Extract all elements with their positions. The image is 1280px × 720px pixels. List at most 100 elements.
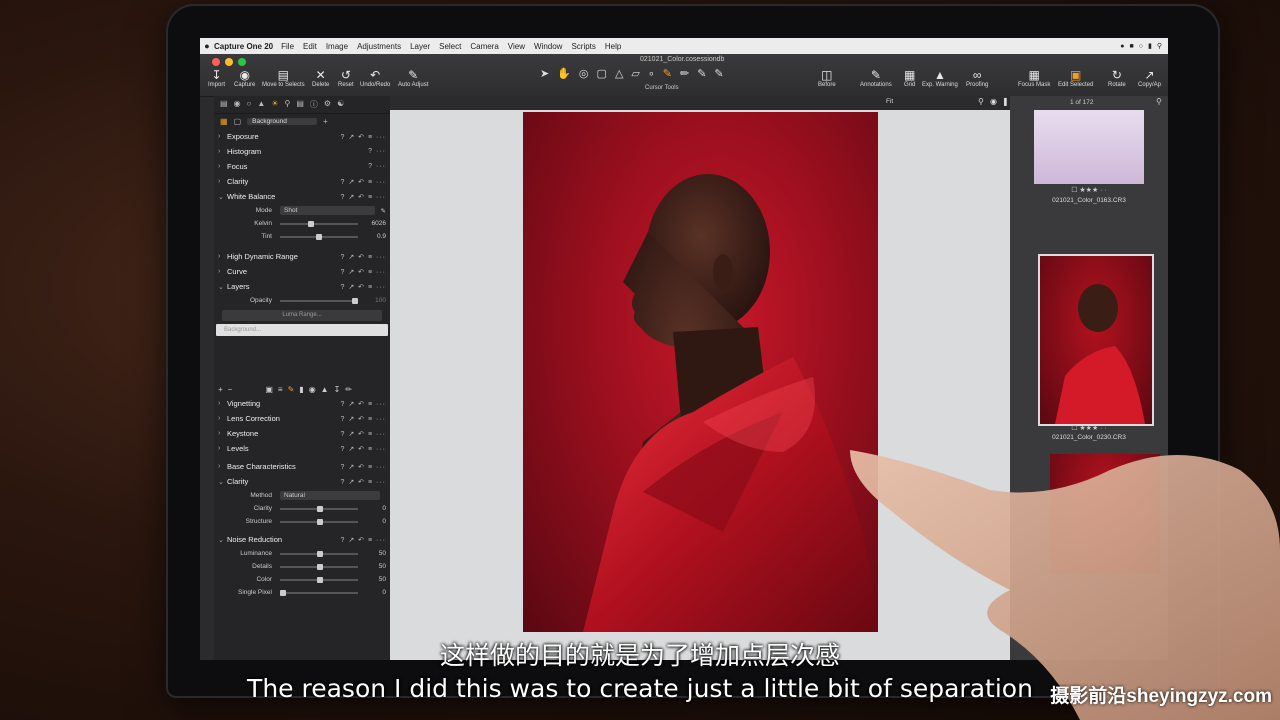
wb-mode-select[interactable]: Shot: [280, 206, 375, 215]
tool-vignetting[interactable]: › Vignetting? ↗ ↶ ≡ ···: [214, 396, 390, 411]
crop-icon[interactable]: ▢: [597, 67, 607, 80]
proofing-button[interactable]: ∞ Proofing: [966, 68, 988, 88]
rotate-button[interactable]: ↻ Rotate: [1108, 68, 1126, 88]
clarity-value[interactable]: 0: [366, 505, 386, 512]
annotations-button[interactable]: ✎ Annotations: [860, 68, 892, 88]
search-icon[interactable]: ⚲: [1157, 42, 1162, 50]
tool-histogram[interactable]: › Histogram? ···: [214, 144, 390, 159]
straighten-icon[interactable]: △: [615, 67, 623, 80]
library-tab-icon[interactable]: ▤: [220, 99, 228, 110]
tool-controls[interactable]: ? ↗ ↶ ≡ ···: [341, 430, 386, 438]
tool-controls[interactable]: ? ↗ ↶ ≡ ···: [341, 415, 386, 423]
tool-controls[interactable]: ? ↗ ↶ ≡ ···: [341, 268, 386, 276]
app-menu[interactable]: Capture One 20: [214, 42, 273, 51]
tool-lens-correction[interactable]: › Lens Correction? ↗ ↶ ≡ ···: [214, 411, 390, 426]
brush-icon[interactable]: ✎: [663, 67, 672, 80]
refine-mask-icon[interactable]: ↧: [334, 385, 341, 394]
tool-clarity[interactable]: ⌄ Clarity? ↗ ↶ ≡ ···: [214, 474, 390, 489]
layer-mask-icon[interactable]: ▢: [234, 117, 242, 126]
undo-redo-button[interactable]: ↶ Undo/Redo: [360, 68, 390, 88]
reset-button[interactable]: ↺ Reset: [338, 68, 354, 88]
menu-scripts[interactable]: Scripts: [571, 42, 595, 51]
gradient-icon[interactable]: ✎: [697, 67, 706, 80]
batch-tab-icon[interactable]: ☯: [337, 99, 344, 110]
metadata-tab-icon[interactable]: ⓘ: [310, 99, 318, 110]
tool-noise-reduction[interactable]: ⌄ Noise Reduction? ↗ ↶ ≡ ···: [214, 532, 390, 547]
slider-knob[interactable]: [317, 505, 324, 512]
capture-tab-icon[interactable]: ◉: [234, 99, 241, 110]
layers-grid-icon[interactable]: ▦: [220, 117, 228, 126]
thumbnail-0230-selected[interactable]: [1038, 254, 1154, 426]
slider-knob[interactable]: [280, 589, 286, 596]
menu-view[interactable]: View: [508, 42, 525, 51]
tool-controls[interactable]: ? ↗ ↶ ≡ ···: [341, 253, 386, 261]
eye-icon[interactable]: ◉: [990, 97, 997, 106]
menu-image[interactable]: Image: [326, 42, 348, 51]
layer-list-item[interactable]: Background...: [216, 324, 388, 336]
draw-mask-icon[interactable]: ✎: [288, 385, 295, 394]
pause-icon[interactable]: ❚: [1002, 97, 1009, 106]
tool-controls[interactable]: ? ↗ ↶ ≡ ···: [341, 178, 386, 186]
menu-adjustments[interactable]: Adjustments: [357, 42, 401, 51]
luma-range-button[interactable]: Luma Range...: [222, 310, 382, 321]
move-to-selects-button[interactable]: ▤ Move to Selects: [262, 68, 305, 88]
zoom-window-button[interactable]: [238, 58, 246, 66]
list-icon[interactable]: ≡: [278, 385, 283, 394]
tool-controls[interactable]: ? ↗ ↶ ≡ ···: [341, 193, 386, 201]
tool-focus[interactable]: › Focus? ···: [214, 159, 390, 174]
layer-select[interactable]: Background: [247, 118, 318, 125]
slider-knob[interactable]: [317, 518, 324, 525]
tool-keystone[interactable]: › Keystone? ↗ ↶ ≡ ···: [214, 426, 390, 441]
tool-controls[interactable]: ? ···: [368, 148, 386, 155]
luminance-value[interactable]: 50: [366, 550, 386, 557]
opacity-value[interactable]: 100: [366, 297, 386, 304]
before-button[interactable]: ◫ Before: [818, 68, 836, 88]
spot-icon[interactable]: ∘: [648, 67, 655, 80]
capture-button[interactable]: ◉ Capture: [234, 68, 255, 88]
tool-controls[interactable]: ? ↗ ↶ ≡ ···: [341, 283, 386, 291]
menu-edit[interactable]: Edit: [303, 42, 317, 51]
picker-icon[interactable]: ✎: [714, 67, 723, 80]
tool-controls[interactable]: ? ↗ ↶ ≡ ···: [341, 400, 386, 408]
pan-icon[interactable]: ✋: [557, 67, 571, 80]
zoom-icon[interactable]: ⚲: [978, 97, 984, 106]
pointer-icon[interactable]: ➤: [540, 67, 549, 80]
erase-mask-icon[interactable]: ✏: [345, 385, 352, 394]
color-tab-icon[interactable]: ▲: [257, 99, 265, 110]
output-tab-icon[interactable]: ⚙: [324, 99, 331, 110]
wifi-icon[interactable]: ○: [1139, 43, 1143, 50]
menu-window[interactable]: Window: [534, 42, 562, 51]
eraser-icon[interactable]: ✏: [680, 67, 689, 80]
auto-adjust-button[interactable]: ✎ Auto Adjust: [398, 68, 428, 88]
lens-tab-icon[interactable]: ○: [247, 99, 252, 110]
details-slider[interactable]: [280, 563, 358, 570]
tool-controls[interactable]: ? ↗ ↶ ≡ ···: [341, 463, 386, 471]
remove-layer-icon[interactable]: −: [228, 385, 233, 394]
slider-knob[interactable]: [351, 297, 358, 304]
zoom-icon[interactable]: ◎: [579, 67, 589, 80]
tool-controls[interactable]: ? ↗ ↶ ≡ ···: [341, 478, 386, 486]
status-icon[interactable]: ■: [1130, 43, 1134, 50]
kelvin-value[interactable]: 6026: [366, 220, 386, 227]
view-mask-icon[interactable]: ▣: [265, 385, 273, 394]
tint-value[interactable]: 0.9: [366, 233, 386, 240]
color-value[interactable]: 50: [366, 576, 386, 583]
tool-controls[interactable]: ? ↗ ↶ ≡ ···: [341, 445, 386, 453]
status-icon[interactable]: ●: [1120, 43, 1124, 50]
clarity-slider[interactable]: [280, 505, 358, 512]
edit-selected-button[interactable]: ▣ Edit Selected: [1058, 68, 1093, 88]
menu-file[interactable]: File: [281, 42, 294, 51]
search-icon[interactable]: ⚲: [1156, 97, 1162, 106]
structure-slider[interactable]: [280, 518, 358, 525]
battery-icon[interactable]: ▮: [1148, 42, 1152, 50]
tool-clarity-top[interactable]: › Clarity? ↗ ↶ ≡ ···: [214, 174, 390, 189]
menu-layer[interactable]: Layer: [410, 42, 430, 51]
tool-hdr[interactable]: › High Dynamic Range? ↗ ↶ ≡ ···: [214, 249, 390, 264]
tool-controls[interactable]: ? ↗ ↶ ≡ ···: [341, 133, 386, 141]
slider-knob[interactable]: [317, 576, 324, 583]
clarity-method-select[interactable]: Natural: [280, 491, 380, 500]
luminance-slider[interactable]: [280, 550, 358, 557]
zoom-fit-label[interactable]: Fit: [886, 98, 893, 105]
slider-knob[interactable]: [317, 550, 324, 557]
picker-icon[interactable]: ✎: [381, 207, 386, 215]
